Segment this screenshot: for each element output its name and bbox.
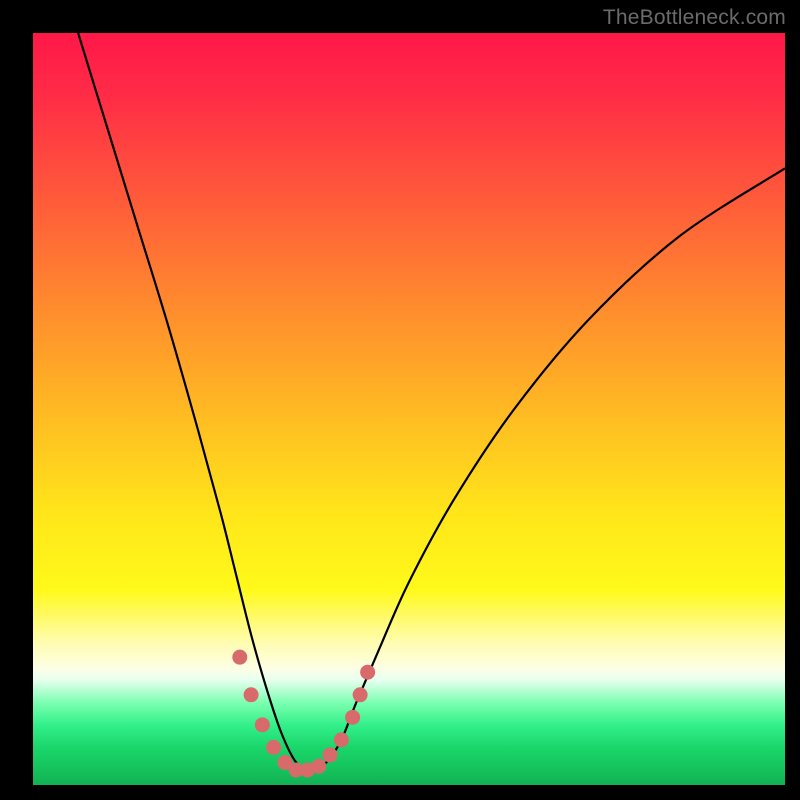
highlight-dot — [334, 732, 349, 747]
highlight-dot — [311, 759, 326, 774]
highlight-dot — [353, 687, 368, 702]
highlight-dot — [360, 665, 375, 680]
highlight-dot — [266, 740, 281, 755]
highlight-dots-group — [232, 650, 375, 778]
bottleneck-curve — [78, 33, 785, 770]
highlight-dot — [345, 710, 360, 725]
highlight-dot — [244, 687, 259, 702]
outer-frame: TheBottleneck.com — [0, 0, 800, 800]
highlight-dot — [232, 650, 247, 665]
highlight-dot — [255, 717, 270, 732]
chart-svg — [33, 33, 785, 785]
watermark-text: TheBottleneck.com — [603, 6, 786, 30]
highlight-dot — [323, 747, 338, 762]
